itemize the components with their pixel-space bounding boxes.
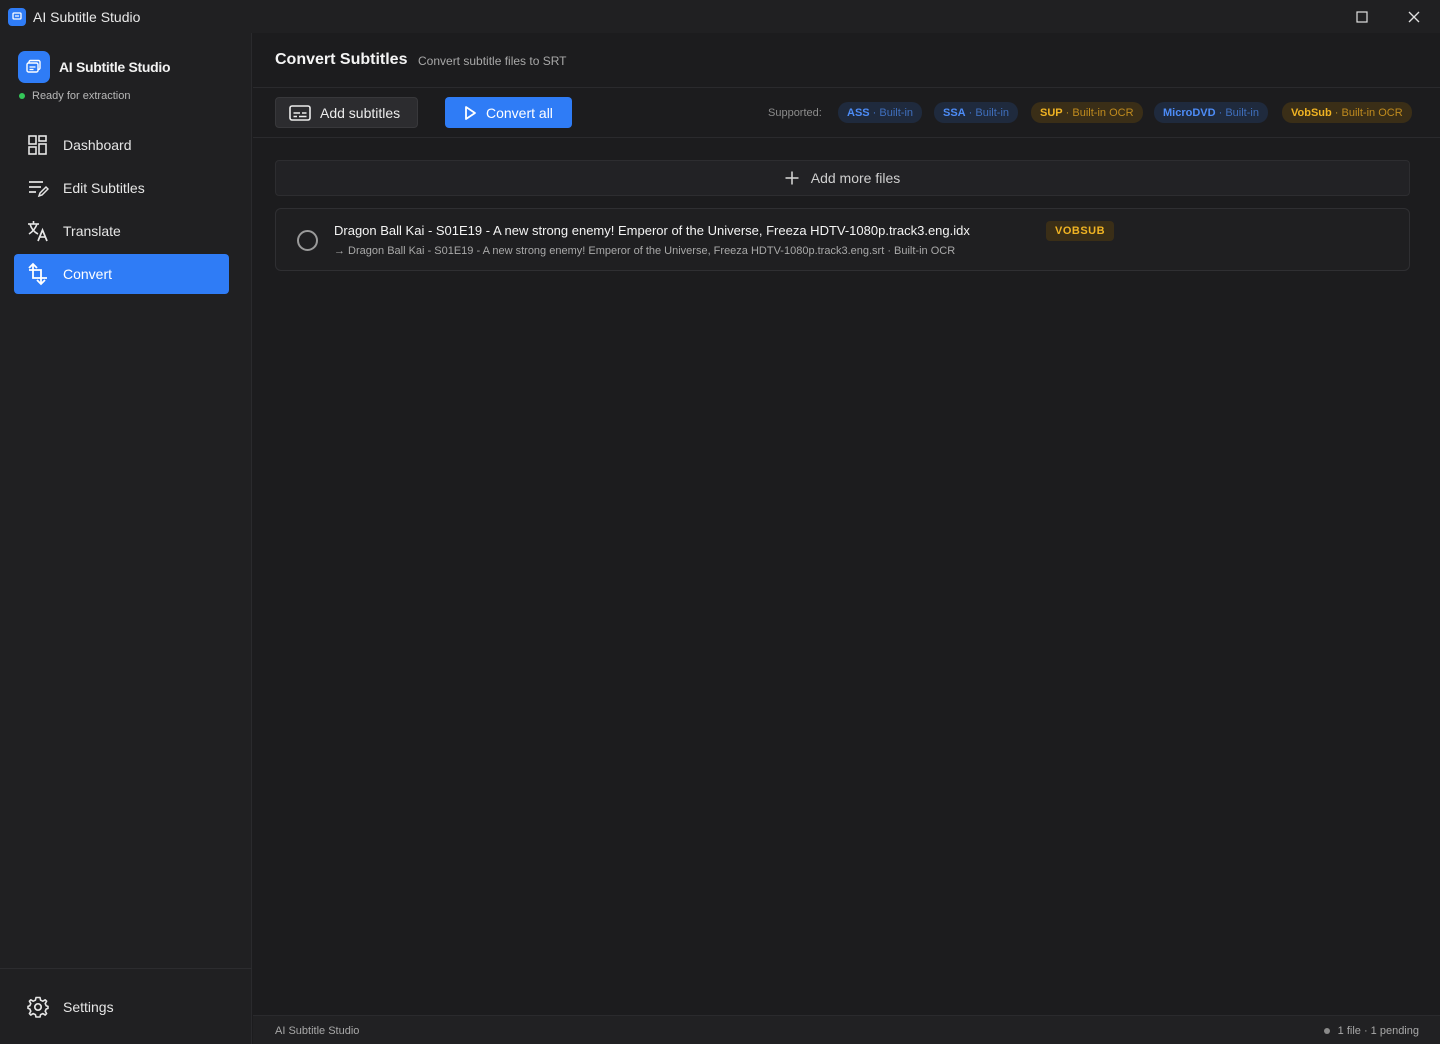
add-more-files-label: Add more files (810, 170, 901, 186)
main-content: Convert Subtitles Convert subtitle files… (253, 33, 1440, 1015)
subtitles-icon (289, 104, 311, 122)
settings-label: Settings (63, 999, 114, 1015)
footer-status-dot (1323, 1028, 1330, 1034)
footer-file-count: 1 file · 1 pending (1323, 1025, 1419, 1037)
sidebar-item-edit-subtitles[interactable]: Edit Subtitles (14, 168, 229, 208)
app-icon (8, 7, 26, 26)
format-name: MicroDVD (1163, 106, 1216, 119)
add-subtitles-label: Add subtitles (320, 104, 401, 121)
maximize-button[interactable] (1336, 0, 1388, 33)
file-list-item[interactable]: Dragon Ball Kai - S01E19 - A new strong … (275, 208, 1410, 271)
sidebar-item-label: Edit Subtitles (63, 180, 145, 196)
translate-icon (26, 219, 50, 243)
format-chip-sup: SUP · Built-in OCR (1031, 102, 1143, 123)
page-title: Convert Subtitles (275, 51, 408, 68)
status-indicator: Ready for extraction (19, 90, 130, 102)
add-more-files-button[interactable]: Add more files (275, 160, 1410, 196)
convert-icon (26, 262, 50, 286)
format-chip-microdvd: MicroDVD · Built-in (1154, 102, 1268, 123)
sidebar-item-label: Dashboard (63, 137, 132, 153)
sidebar-item-convert[interactable]: Convert (14, 254, 229, 294)
sidebar-item-dashboard[interactable]: Dashboard (14, 125, 229, 165)
play-icon (463, 105, 477, 121)
status-text: Ready for extraction (32, 90, 131, 102)
format-chip-ass: ASS · Built-in (838, 102, 923, 123)
toolbar: Add subtitles Convert all Supported: ASS… (253, 88, 1440, 138)
format-badge: VOBSUB (1046, 221, 1115, 241)
close-icon (1408, 11, 1420, 22)
edit-subtitles-icon (26, 176, 50, 200)
format-chip-vobsub: VobSub · Built-in OCR (1282, 102, 1412, 123)
format-name: SSA (943, 106, 966, 119)
convert-all-label: Convert all (486, 104, 553, 121)
format-method: Built-in OCR (1341, 106, 1403, 119)
sidebar-item-translate[interactable]: Translate (14, 211, 229, 251)
page-subtitle: Convert subtitle files to SRT (418, 54, 567, 68)
format-name: SUP (1040, 106, 1063, 119)
gear-icon (26, 995, 50, 1019)
status-bar: AI Subtitle Studio 1 file · 1 pending (253, 1015, 1440, 1044)
footer-file-count-text: 1 file · 1 pending (1337, 1025, 1419, 1037)
file-select-radio[interactable] (297, 230, 318, 251)
page-header: Convert Subtitles Convert subtitle files… (253, 33, 1440, 88)
sidebar: AI Subtitle Studio Ready for extraction … (0, 33, 252, 1044)
close-button[interactable] (1388, 0, 1440, 33)
format-method: Built-in OCR (1072, 106, 1134, 119)
maximize-icon (1356, 10, 1368, 23)
status-dot (19, 93, 25, 99)
footer-app-name: AI Subtitle Studio (275, 1025, 360, 1037)
dashboard-icon (26, 133, 50, 157)
file-output-path: → Dragon Ball Kai - S01E19 - A new stron… (334, 245, 956, 257)
format-method: Built-in (1225, 106, 1259, 119)
format-method: Built-in (975, 106, 1010, 119)
title-bar: AI Subtitle Studio (0, 0, 1440, 33)
add-subtitles-button[interactable]: Add subtitles (275, 97, 418, 128)
sidebar-item-label: Convert (63, 266, 113, 282)
format-name: ASS (847, 106, 870, 119)
sidebar-item-settings[interactable]: Settings (26, 995, 114, 1019)
sidebar-divider (0, 968, 252, 969)
supported-label: Supported: (768, 107, 822, 119)
format-method: Built-in (879, 106, 914, 119)
window-title: AI Subtitle Studio (33, 8, 141, 25)
file-name: Dragon Ball Kai - S01E19 - A new strong … (334, 223, 970, 238)
plus-icon (785, 171, 799, 185)
format-name: VobSub (1291, 106, 1332, 119)
brand-logo-icon (18, 51, 50, 83)
brand: AI Subtitle Studio (18, 51, 171, 83)
sidebar-item-label: Translate (63, 223, 121, 239)
convert-all-button[interactable]: Convert all (445, 97, 572, 128)
sidebar-nav: Dashboard Edit Subtitles Translate Conve… (14, 125, 229, 297)
brand-name: AI Subtitle Studio (59, 59, 171, 75)
format-chip-ssa: SSA · Built-in (934, 102, 1019, 123)
